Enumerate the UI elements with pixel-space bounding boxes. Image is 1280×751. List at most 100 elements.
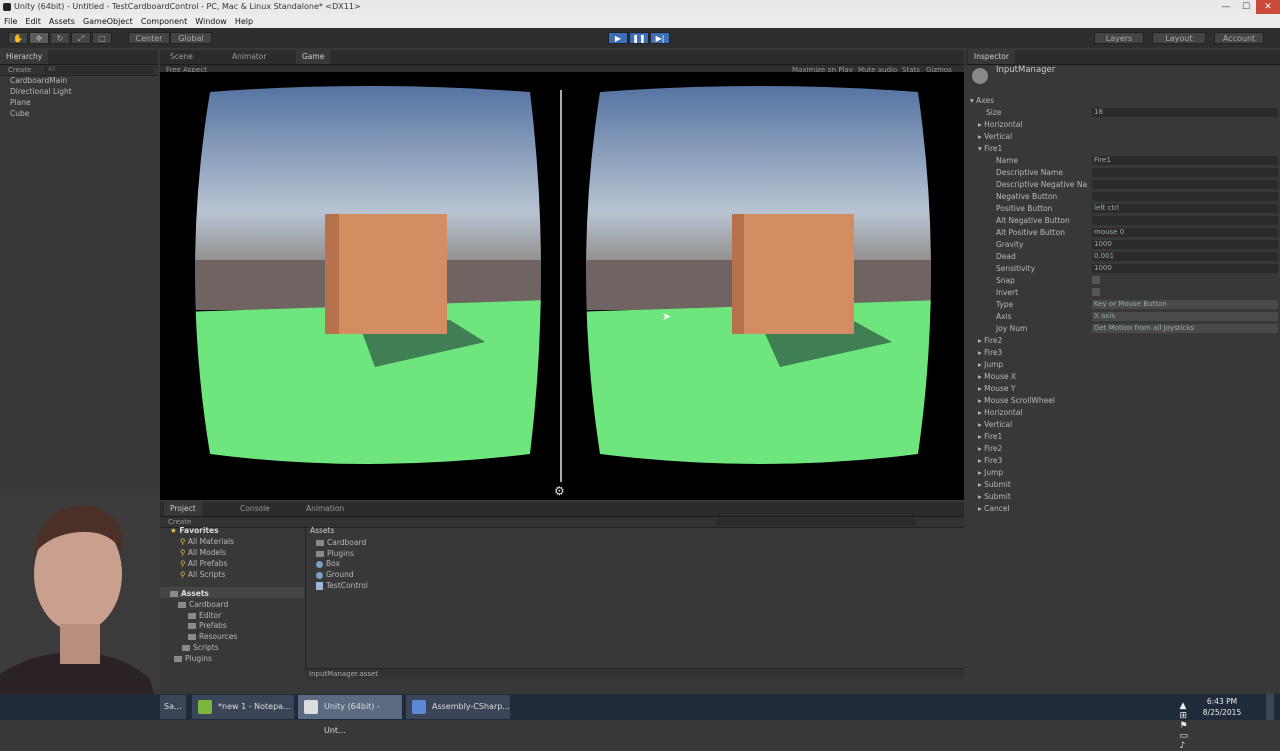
axis-item[interactable]: ▸ Jump <box>978 360 1003 369</box>
hand-tool-icon[interactable]: ✋ <box>8 32 28 44</box>
descriptive-negative-name-field[interactable] <box>1092 180 1278 189</box>
axis-item[interactable]: ▸ Vertical <box>978 420 1012 429</box>
step-icon[interactable]: ▶| <box>650 32 670 44</box>
taskbar-unity[interactable]: Unity (64bit) - Unt... <box>298 695 402 735</box>
layout-dropdown[interactable]: Layout <box>1152 32 1206 44</box>
axis-item[interactable]: ▸ Fire3 <box>978 348 1002 357</box>
tree-item[interactable]: Cardboard <box>178 600 228 609</box>
joy-num-dropdown[interactable]: Get Motion from all Joysticks <box>1092 324 1278 333</box>
breadcrumb[interactable]: Assets <box>310 526 334 535</box>
negative-button-field[interactable] <box>1092 192 1278 201</box>
name-field[interactable]: Fire1 <box>1092 156 1278 165</box>
tab-animation[interactable]: Animation <box>300 502 350 516</box>
menu-file[interactable]: File <box>0 17 21 26</box>
sensitivity-field[interactable]: 1000 <box>1092 264 1278 273</box>
favorites-header[interactable]: ★ Favorites <box>170 526 219 535</box>
tree-item[interactable]: Plugins <box>174 654 212 663</box>
positive-button-field[interactable]: left ctrl <box>1092 204 1278 213</box>
minimize-icon[interactable]: — <box>1216 0 1236 14</box>
axis-item[interactable]: ▸ Fire2 <box>978 336 1002 345</box>
show-desktop-button[interactable] <box>1266 694 1274 720</box>
hierarchy-search-input[interactable]: All <box>44 66 154 74</box>
tab-inspector[interactable]: Inspector <box>968 50 1015 64</box>
hierarchy-item-cube[interactable]: Cube <box>10 109 29 118</box>
axis-item[interactable]: ▸ Submit <box>978 492 1011 501</box>
axis-dropdown[interactable]: X axis <box>1092 312 1278 321</box>
hierarchy-item-cardboardmain[interactable]: CardboardMain <box>10 76 67 85</box>
axis-item[interactable]: ▸ Mouse ScrollWheel <box>978 396 1055 405</box>
account-dropdown[interactable]: Account <box>1214 32 1264 44</box>
gear-icon[interactable]: ⚙ <box>554 484 565 498</box>
tree-item[interactable]: Prefabs <box>188 621 227 630</box>
scale-tool-icon[interactable]: ⤢ <box>71 32 91 44</box>
axis-item[interactable]: ▸ Fire3 <box>978 456 1002 465</box>
favorite-item[interactable]: ⚲ All Materials <box>180 537 234 546</box>
menu-window[interactable]: Window <box>191 17 231 26</box>
axes-foldout[interactable]: ▾ Axes <box>970 96 994 105</box>
menu-gameobject[interactable]: GameObject <box>79 17 137 26</box>
clock-date[interactable]: 8/25/2015 <box>1194 708 1250 717</box>
menu-edit[interactable]: Edit <box>21 17 45 26</box>
pivot-global-button[interactable]: Global <box>170 32 212 44</box>
move-tool-icon[interactable]: ✥ <box>29 32 49 44</box>
tree-item[interactable]: Resources <box>188 632 237 641</box>
axis-vertical[interactable]: ▸ Vertical <box>978 132 1012 141</box>
dead-field[interactable]: 0.001 <box>1092 252 1278 261</box>
hierarchy-item-directional-light[interactable]: Directional Light <box>10 87 72 96</box>
play-icon[interactable]: ▶ <box>608 32 628 44</box>
tab-project[interactable]: Project <box>164 502 202 516</box>
axis-item[interactable]: ▸ Jump <box>978 468 1003 477</box>
menu-assets[interactable]: Assets <box>45 17 79 26</box>
axis-fire1-expanded[interactable]: ▾ Fire1 <box>978 144 1002 153</box>
rect-tool-icon[interactable]: ▢ <box>92 32 112 44</box>
favorite-item[interactable]: ⚲ All Models <box>180 548 226 557</box>
axis-item[interactable]: ▸ Cancel <box>978 504 1010 513</box>
favorite-item[interactable]: ⚲ All Scripts <box>180 570 225 579</box>
hierarchy-item-plane[interactable]: Plane <box>10 98 31 107</box>
pause-icon[interactable]: ❚❚ <box>629 32 649 44</box>
assets-header[interactable]: Assets <box>170 589 209 598</box>
tray-icons[interactable]: ▲ ⊞ ⚑ ▭ ♪ <box>1180 701 1189 751</box>
asset-item[interactable]: TestControl <box>316 581 368 590</box>
snap-checkbox[interactable] <box>1092 276 1100 284</box>
rotate-tool-icon[interactable]: ↻ <box>50 32 70 44</box>
size-field[interactable]: 18 <box>1092 108 1278 117</box>
alt-positive-button-field[interactable]: mouse 0 <box>1092 228 1278 237</box>
hierarchy-create-button[interactable]: Create <box>8 65 31 75</box>
axis-item[interactable]: ▸ Fire2 <box>978 444 1002 453</box>
menu-help[interactable]: Help <box>231 17 257 26</box>
tab-hierarchy[interactable]: Hierarchy <box>0 50 49 64</box>
menu-component[interactable]: Component <box>137 17 191 26</box>
axis-item[interactable]: ▸ Submit <box>978 480 1011 489</box>
type-dropdown[interactable]: Key or Mouse Button <box>1092 300 1278 309</box>
taskbar-notepad[interactable]: *new 1 - Notepa... <box>192 695 294 719</box>
asset-item[interactable]: Box <box>316 559 340 568</box>
axis-item[interactable]: ▸ Mouse Y <box>978 384 1015 393</box>
gravity-field[interactable]: 1000 <box>1092 240 1278 249</box>
axis-item[interactable]: ▸ Horizontal <box>978 408 1022 417</box>
layers-dropdown[interactable]: Layers <box>1094 32 1144 44</box>
tab-console[interactable]: Console <box>234 502 276 516</box>
asset-item[interactable]: Cardboard <box>316 538 366 547</box>
descriptive-name-field[interactable] <box>1092 168 1278 177</box>
tab-game[interactable]: Game <box>296 50 331 64</box>
tree-item[interactable]: Scripts <box>182 643 219 652</box>
invert-checkbox[interactable] <box>1092 288 1100 296</box>
taskbar-item[interactable]: Sa... <box>160 695 186 719</box>
tree-item[interactable]: Editor <box>188 611 221 620</box>
close-icon[interactable]: ✕ <box>1256 0 1280 14</box>
project-search-input[interactable] <box>716 518 916 526</box>
alt-negative-button-field[interactable] <box>1092 216 1278 225</box>
clock-time[interactable]: 6:43 PM <box>1194 697 1250 706</box>
asset-item[interactable]: Ground <box>316 570 354 579</box>
tab-animator[interactable]: Animator <box>226 50 272 64</box>
asset-item[interactable]: Plugins <box>316 549 354 558</box>
axis-item[interactable]: ▸ Fire1 <box>978 432 1002 441</box>
tab-scene[interactable]: Scene <box>164 50 199 64</box>
maximize-icon[interactable]: ☐ <box>1236 0 1256 14</box>
favorite-item[interactable]: ⚲ All Prefabs <box>180 559 227 568</box>
axis-horizontal[interactable]: ▸ Horizontal <box>978 120 1022 129</box>
taskbar-monodevelop[interactable]: Assembly-CSharp... <box>406 695 510 719</box>
axis-item[interactable]: ▸ Mouse X <box>978 372 1016 381</box>
game-viewport[interactable]: ⚙ ➤ <box>160 72 964 500</box>
